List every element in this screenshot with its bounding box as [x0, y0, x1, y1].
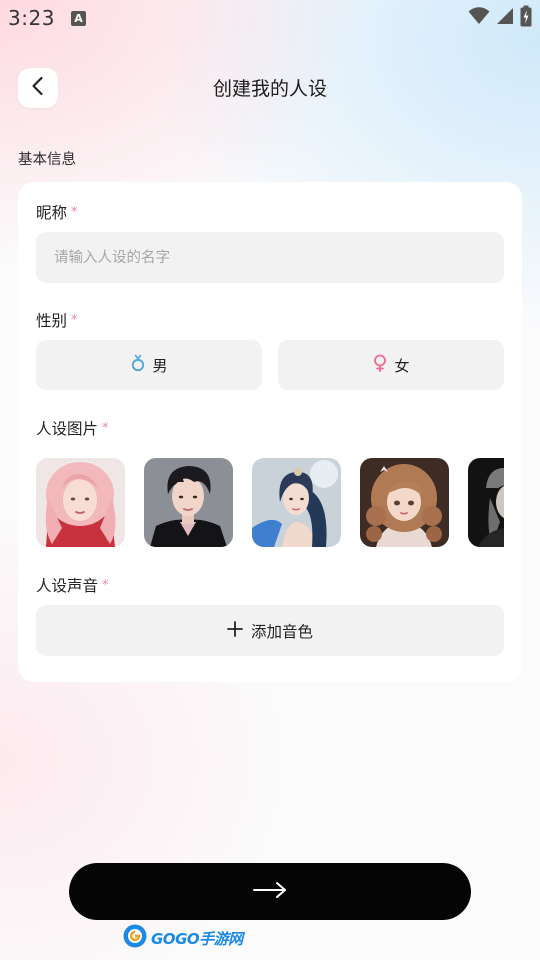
required-mark: * — [71, 313, 78, 328]
required-mark: * — [102, 578, 109, 593]
battery-charging-icon — [520, 5, 532, 31]
watermark-logo: GOGO手游网 — [122, 924, 243, 952]
gender-option-label: 女 — [394, 356, 410, 375]
add-voice-button[interactable]: 添加音色 — [36, 605, 504, 656]
gender-option-male[interactable]: 男 — [36, 340, 262, 390]
plus-icon — [227, 620, 243, 641]
required-mark: * — [102, 421, 109, 436]
avatar-pink-hair-girl[interactable] — [36, 458, 125, 547]
wifi-icon — [468, 7, 490, 29]
avatar-strip[interactable] — [36, 458, 504, 548]
status-icons — [468, 5, 532, 31]
required-mark: * — [71, 205, 78, 220]
status-bar: 3:23 A — [0, 0, 540, 38]
gender-label: 性别 * — [36, 309, 78, 331]
voice-label: 人设声音 * — [36, 574, 109, 596]
avatar-curly-hair-girl[interactable] — [360, 458, 449, 547]
watermark-text: GOGO手游网 — [151, 929, 243, 948]
gogo-logo-icon — [122, 923, 148, 953]
signal-icon — [496, 7, 514, 29]
avatar-dark-hair-boy[interactable] — [144, 458, 233, 547]
avatar-blue-dress-girl[interactable] — [252, 458, 341, 547]
basic-info-card: 昵称* 性别* 男 女 人设图片* — [18, 182, 522, 682]
status-time: 3:23 — [8, 6, 55, 30]
nickname-input[interactable] — [36, 232, 504, 283]
voice-label-text: 人设声音 — [36, 577, 99, 595]
female-symbol-icon — [372, 354, 388, 376]
male-symbol-icon — [130, 354, 146, 376]
images-label: 人设图片 * — [36, 417, 109, 439]
avatar-dark-portrait[interactable] — [468, 458, 504, 547]
gender-label-text: 性别 — [36, 312, 68, 330]
gender-option-label: 男 — [152, 356, 168, 375]
next-button[interactable] — [69, 863, 471, 920]
page-title: 创建我的人设 — [212, 78, 327, 100]
section-title-basic-info: 基本信息 — [18, 152, 76, 168]
nickname-label: 昵称 * — [36, 201, 78, 223]
add-voice-label: 添加音色 — [250, 622, 313, 641]
a-icon: A — [71, 11, 86, 26]
images-label-text: 人设图片 — [36, 420, 99, 438]
arrow-right-icon — [252, 881, 288, 903]
nickname-label-text: 昵称 — [36, 204, 68, 222]
gender-option-female[interactable]: 女 — [278, 340, 504, 390]
